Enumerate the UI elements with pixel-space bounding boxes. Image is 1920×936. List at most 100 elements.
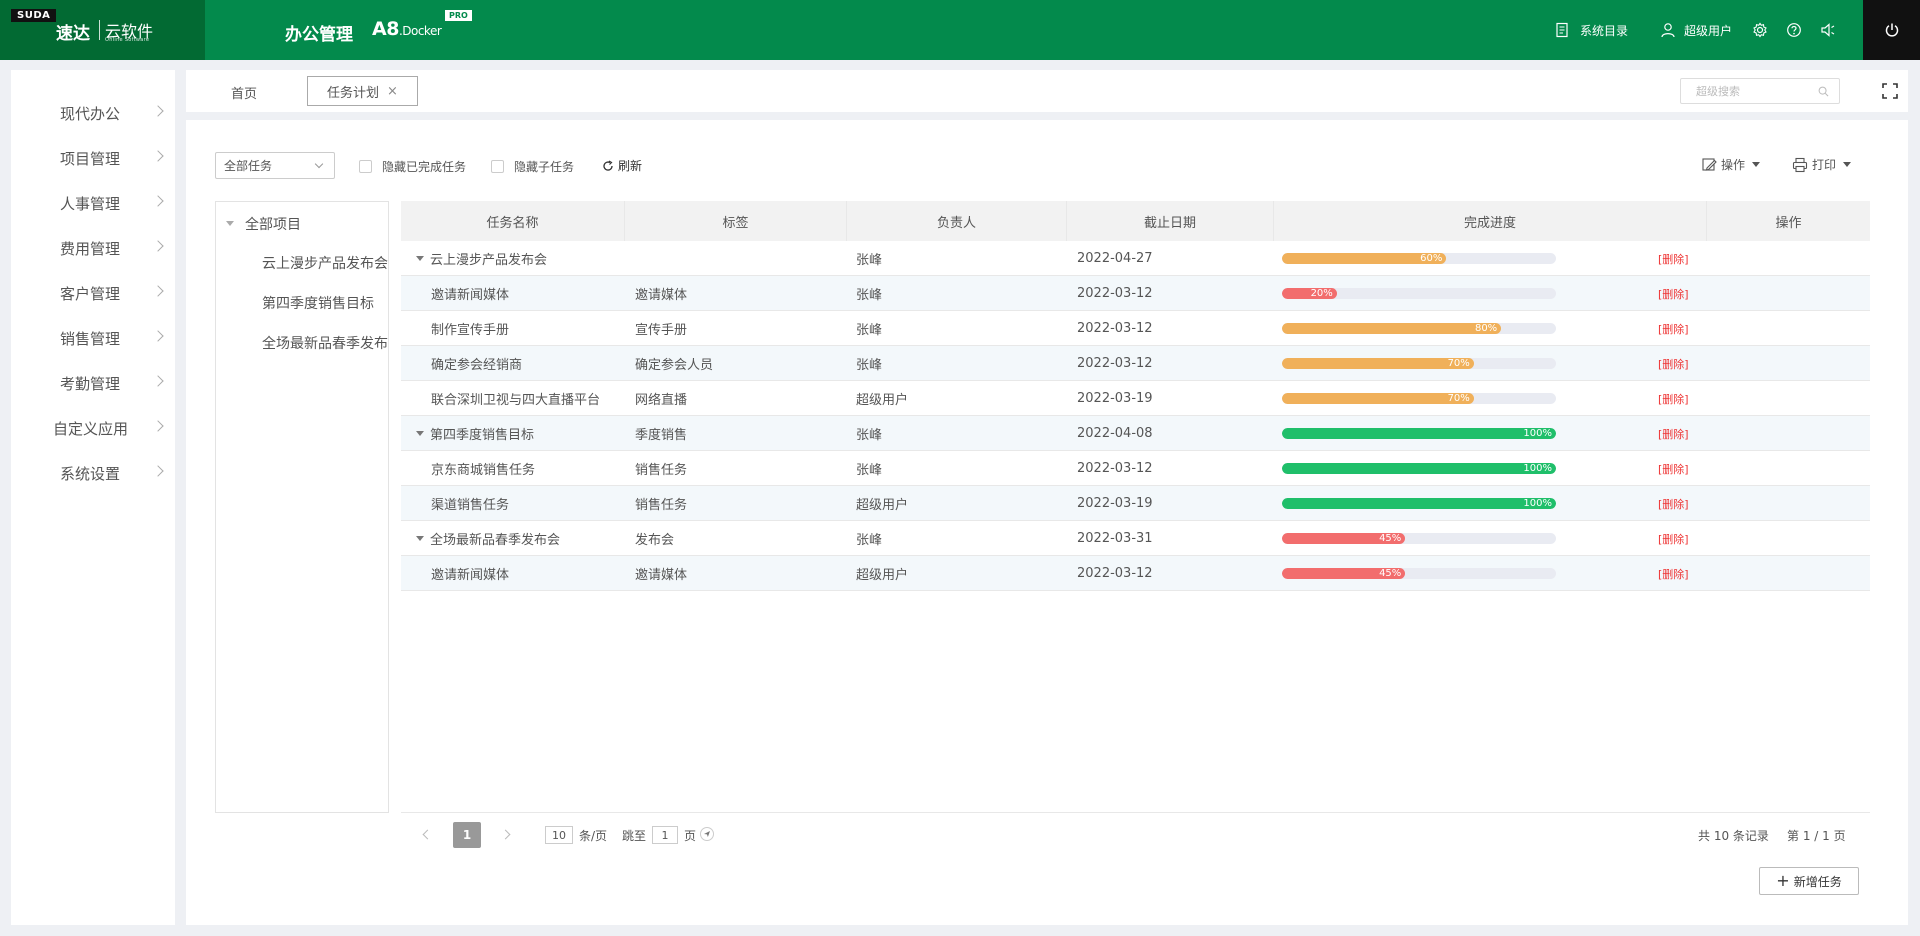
document-icon [1556, 22, 1568, 38]
task-owner: 超级用户 [856, 568, 909, 583]
task-filter-value: 全部任务 [224, 159, 273, 173]
delete-button[interactable]: [删除] [1658, 521, 1689, 556]
help-button[interactable] [1786, 0, 1802, 60]
delete-button[interactable]: [删除] [1658, 451, 1689, 486]
delete-button[interactable]: [删除] [1658, 556, 1689, 591]
table-row[interactable]: 渠道销售任务 销售任务 超级用户 2022-03-19 100% [删除] [401, 486, 1870, 521]
delete-button[interactable]: [删除] [1658, 311, 1689, 346]
progress-bar: 100% [1282, 428, 1556, 439]
search-placeholder: 超级搜索 [1696, 85, 1740, 98]
tree-node[interactable]: 第四季度销售目标 [262, 293, 374, 313]
task-tag: 网络直播 [635, 393, 688, 408]
user-menu[interactable]: 超级用户 [1660, 0, 1732, 60]
catalog-menu[interactable]: 系统目录 [1554, 0, 1628, 60]
table-row[interactable]: 第四季度销售目标 季度销售 张峰 2022-04-08 100% [删除] [401, 416, 1870, 451]
hide-completed-checkbox[interactable]: 隐藏已完成任务 [359, 158, 466, 175]
tab-home[interactable]: 首页 [231, 83, 257, 102]
sidebar-item-expense[interactable]: 费用管理 [11, 228, 175, 268]
sound-button[interactable] [1820, 0, 1836, 60]
sidebar-item-hr[interactable]: 人事管理 [11, 183, 175, 223]
task-owner: 张峰 [856, 428, 883, 443]
table-row[interactable]: 邀请新闻媒体 邀请媒体 超级用户 2022-03-12 45% [删除] [401, 556, 1870, 591]
super-search-input[interactable]: 超级搜索 [1680, 78, 1840, 104]
table-row[interactable]: 云上漫步产品发布会 张峰 2022-04-27 60% [删除] [401, 241, 1870, 276]
table-row[interactable]: 联合深圳卫视与四大直播平台 网络直播 超级用户 2022-03-19 70% [删除] [401, 381, 1870, 416]
tree-node[interactable]: 云上漫步产品发布会 [262, 253, 388, 273]
task-name: 第四季度销售目标 [430, 428, 535, 443]
progress-bar: 70% [1282, 358, 1556, 369]
delete-button[interactable]: [删除] [1658, 381, 1689, 416]
column-header-progress: 完成进度 [1274, 201, 1707, 241]
refresh-button[interactable]: 刷新 [602, 157, 642, 174]
jump-page-input[interactable]: 1 [652, 826, 678, 844]
product-name-main: A8 [372, 18, 399, 40]
tree-node[interactable]: 全场最新品春季发布会 [262, 333, 388, 353]
progress-bar: 45% [1282, 533, 1556, 544]
table-row[interactable]: 确定参会经销商 确定参会人员 张峰 2022-03-12 70% [删除] [401, 346, 1870, 381]
column-header-tag: 标签 [625, 201, 847, 241]
tab-task-plan[interactable]: 任务计划 × [307, 76, 418, 106]
checkbox-box [491, 160, 504, 173]
sidebar-item-sales[interactable]: 销售管理 [11, 318, 175, 358]
operate-menu-button[interactable]: 操作 [1701, 156, 1761, 173]
fullscreen-icon[interactable] [1880, 81, 1900, 101]
add-task-button[interactable]: + 新增任务 [1759, 867, 1859, 895]
progress-bar: 45% [1282, 568, 1556, 579]
task-owner: 张峰 [856, 533, 883, 548]
chevron-right-icon [152, 150, 164, 162]
table-row[interactable]: 邀请新闻媒体 邀请媒体 张峰 2022-03-12 20% [删除] [401, 276, 1870, 311]
sidebar-item-customer[interactable]: 客户管理 [11, 273, 175, 313]
progress-fill: 100% [1282, 463, 1556, 474]
page-number-current[interactable]: 1 [453, 822, 481, 848]
task-due-date: 2022-04-27 [1077, 251, 1153, 266]
delete-button[interactable]: [删除] [1658, 241, 1689, 276]
chevron-right-icon[interactable] [500, 829, 511, 840]
task-owner: 超级用户 [856, 498, 909, 513]
speaker-icon [1821, 23, 1835, 37]
chevron-right-icon [152, 465, 164, 477]
task-owner: 张峰 [856, 358, 883, 373]
sidebar-item-settings[interactable]: 系统设置 [11, 453, 175, 493]
brand-logo[interactable]: SUDA 速达 云软件 Online Software [0, 0, 205, 60]
print-icon [1792, 157, 1808, 172]
task-due-date: 2022-03-19 [1077, 391, 1153, 406]
delete-button[interactable]: [删除] [1658, 346, 1689, 381]
chevron-left-icon[interactable] [422, 829, 433, 840]
page-size-input[interactable]: 10 [545, 826, 573, 844]
task-due-date: 2022-04-08 [1077, 426, 1153, 441]
sidebar-item-modern-office[interactable]: 现代办公 [11, 93, 175, 133]
caret-down-icon[interactable] [416, 256, 424, 261]
hide-subtasks-checkbox[interactable]: 隐藏子任务 [491, 158, 574, 175]
sidebar-item-attendance[interactable]: 考勤管理 [11, 363, 175, 403]
tree-root-label: 全部项目 [245, 217, 301, 233]
table-row[interactable]: 京东商城销售任务 销售任务 张峰 2022-03-12 100% [删除] [401, 451, 1870, 486]
task-due-date: 2022-03-12 [1077, 461, 1153, 476]
send-icon[interactable] [700, 827, 714, 841]
search-icon[interactable] [1818, 86, 1829, 97]
sidebar-item-custom-app[interactable]: 自定义应用 [11, 408, 175, 448]
caret-down-icon[interactable] [416, 431, 424, 436]
sidebar-item-label: 考勤管理 [60, 374, 121, 393]
table-row[interactable]: 全场最新品春季发布会 发布会 张峰 2022-03-31 45% [删除] [401, 521, 1870, 556]
page-info: 第 1 / 1 页 [1787, 829, 1846, 843]
caret-down-icon [1843, 162, 1852, 167]
progress-fill: 100% [1282, 428, 1556, 439]
task-tag: 发布会 [635, 533, 675, 548]
table-header: 任务名称 标签 负责人 截止日期 完成进度 操作 [401, 201, 1870, 241]
settings-button[interactable] [1752, 0, 1768, 60]
print-menu-button[interactable]: 打印 [1792, 156, 1852, 173]
catalog-label: 系统目录 [1580, 23, 1629, 38]
sidebar-item-label: 系统设置 [60, 464, 121, 483]
delete-button[interactable]: [删除] [1658, 276, 1689, 311]
tree-root[interactable]: 全部项目 [216, 208, 388, 240]
task-owner: 超级用户 [856, 393, 909, 408]
table-row[interactable]: 制作宣传手册 宣传手册 张峰 2022-03-12 80% [删除] [401, 311, 1870, 346]
close-icon[interactable]: × [387, 84, 398, 99]
delete-button[interactable]: [删除] [1658, 416, 1689, 451]
caret-down-icon[interactable] [416, 536, 424, 541]
progress-fill: 80% [1282, 323, 1502, 334]
delete-button[interactable]: [删除] [1658, 486, 1689, 521]
sidebar-item-project[interactable]: 项目管理 [11, 138, 175, 178]
power-button[interactable] [1863, 0, 1920, 60]
task-filter-select[interactable]: 全部任务 [215, 152, 335, 179]
